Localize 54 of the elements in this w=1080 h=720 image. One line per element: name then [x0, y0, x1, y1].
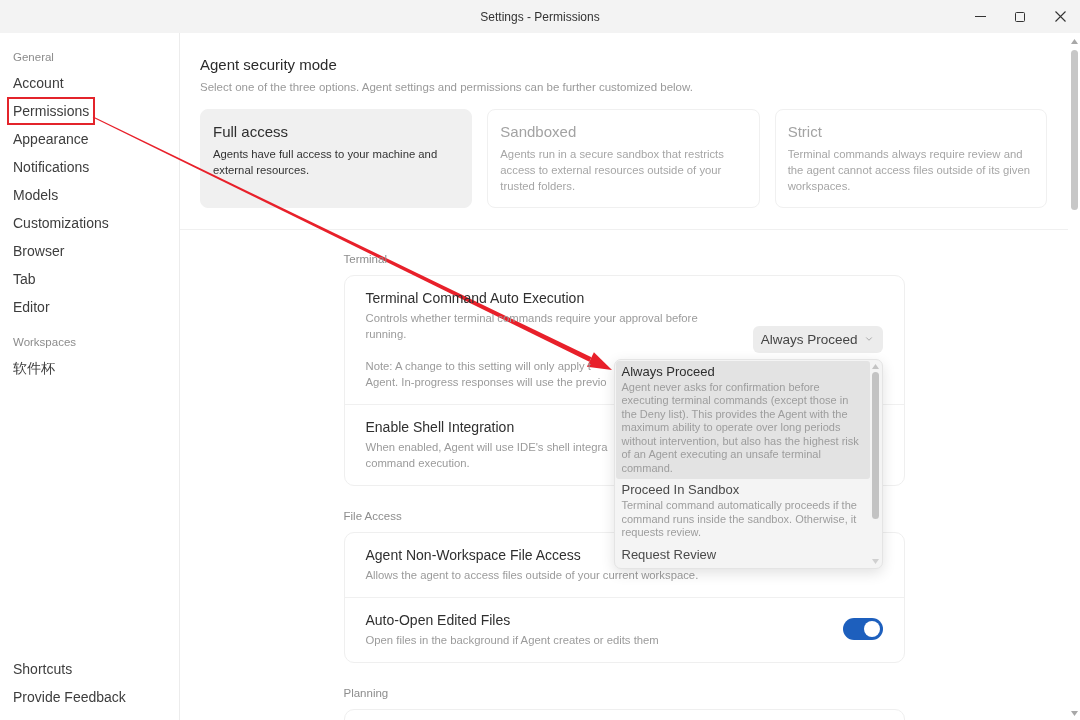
option-title: Always Proceed	[621, 362, 715, 381]
select-dropdown[interactable]: Always Proceed	[752, 325, 883, 353]
mode-name: Sandboxed	[500, 122, 577, 142]
setting-title: Auto-Open Edited Files	[365, 611, 511, 630]
maximize-icon	[1015, 11, 1025, 22]
option-title: Request Review	[621, 545, 717, 564]
mode-description: Terminal commands always require review and the agent cannot access files outside of its given workspaces.	[787, 147, 1032, 194]
setting-note: Note: A change to this setting will only apply t Agent. In-progress responses will use the previo	[365, 359, 607, 390]
setting-description: Allows the agent to access files outside of your current workspace.	[365, 568, 699, 583]
scrollbar-thumb[interactable]	[1070, 50, 1078, 210]
mode-description: Agents run in a secure sandbox that restricts access to external resources outside of your trusted folders.	[500, 147, 725, 194]
mode-name: Strict	[787, 122, 822, 142]
toggle-switch[interactable]	[842, 618, 883, 640]
mode-option-card[interactable]: Full access Agents have full access to your machine and external resources.	[200, 109, 473, 208]
setting-title: Agent Non-Workspace File Access	[365, 546, 581, 565]
sidebar-item[interactable]: Account	[7, 69, 70, 97]
sidebar-item[interactable]: Shortcuts	[7, 655, 79, 683]
mode-name: Full access	[213, 122, 289, 142]
group-heading: Planning	[343, 686, 389, 700]
dropdown-option[interactable]: Proceed In Sandbox Terminal command automatically proceeds if the command runs inside the sandbox. Otherwise, it requests review.	[615, 479, 870, 544]
scroll-down-icon[interactable]	[871, 558, 879, 564]
sidebar-item[interactable]: Appearance	[7, 125, 95, 153]
option-description: Agent never asks for confirmation before executing terminal commands (except those in the Deny list). This provides the Agent with the maximum ability to operate over long periods without intervention, but also has the highest risk of an Agent executing an unsafe terminal command.	[621, 380, 860, 475]
setting-description: Open files in the background if Agent creates or edits them	[365, 633, 659, 648]
scroll-up-icon[interactable]	[871, 363, 879, 369]
sidebar-item[interactable]: Permissions	[7, 97, 96, 125]
dropdown-option[interactable]	[615, 360, 870, 479]
sidebar-item[interactable]: Browser	[7, 237, 71, 265]
sidebar-item[interactable]: Models	[7, 181, 65, 209]
sidebar-item[interactable]: Customizations	[7, 209, 115, 237]
option-title: Proceed In Sandbox	[621, 481, 740, 499]
setting-title: Enable Shell Integration	[365, 418, 515, 437]
sidebar-heading: General	[13, 50, 54, 65]
scroll-down-icon[interactable]	[1070, 711, 1078, 716]
window-title: Settings - Permissions	[480, 9, 600, 24]
sidebar-item[interactable]: 软件杯	[7, 354, 61, 382]
group-heading: Terminal	[343, 252, 387, 266]
setting-description: When enabled, Agent will use IDE's shell integra command execution.	[365, 440, 608, 471]
mode-description: Agents have full access to your machine and external resources.	[213, 147, 439, 178]
close-icon	[1054, 11, 1066, 22]
sidebar-item[interactable]: Provide Feedback	[7, 683, 132, 711]
chevron-down-icon	[863, 334, 874, 344]
scroll-up-icon[interactable]	[1070, 39, 1078, 44]
section-title: Agent security mode	[200, 55, 337, 75]
group-heading: File Access	[343, 509, 402, 523]
sidebar-item[interactable]: Notifications	[7, 153, 96, 181]
scrollbar-thumb[interactable]	[871, 371, 879, 519]
dropdown-option[interactable]: Request Review	[615, 543, 870, 566]
minimize-icon	[974, 16, 986, 17]
option-description: Terminal command automatically proceeds if the command runs inside the sandbox. Otherwise, it requests review.	[621, 499, 858, 540]
sidebar-heading: Workspaces	[13, 335, 77, 350]
sidebar-item[interactable]: Editor	[7, 293, 56, 321]
section-subtitle: Select one of the three options. Agent settings and permissions can be further customized below.	[200, 80, 693, 95]
sidebar-item[interactable]: Tab	[7, 265, 42, 293]
